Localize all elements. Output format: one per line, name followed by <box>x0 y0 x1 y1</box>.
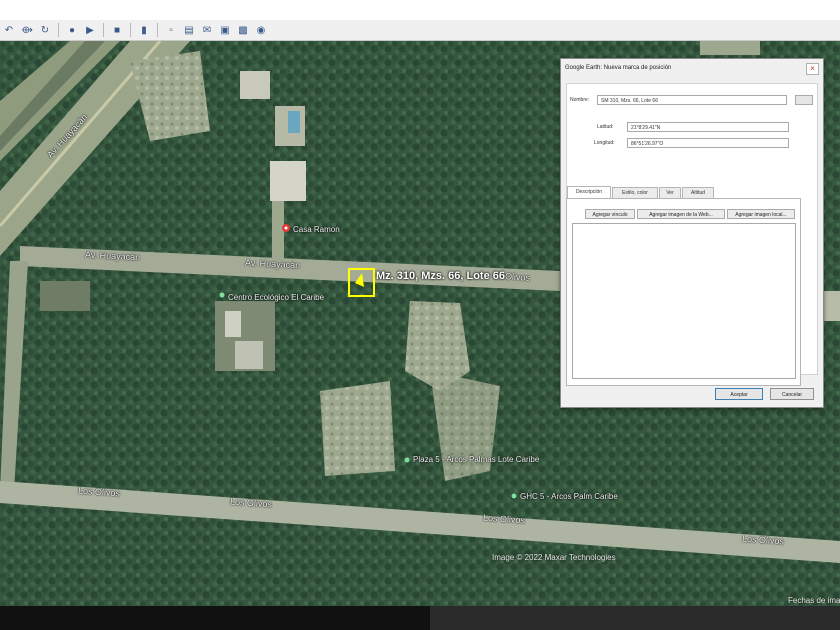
imagery-copyright: Image © 2022 Maxar Technologies <box>492 553 616 562</box>
toolbar-separator <box>58 23 59 37</box>
save-image-icon[interactable]: ▩ <box>236 23 250 37</box>
longitude-label: Longitud: <box>594 140 615 146</box>
polygon-icon[interactable]: ⟴ <box>20 23 34 37</box>
toolbar-separator <box>130 23 131 37</box>
tour-icon[interactable]: ▶ <box>83 23 97 37</box>
add-local-image-button[interactable]: Agregar imagen local... <box>727 209 795 219</box>
tab-altitud[interactable]: Altitud <box>682 187 714 198</box>
road-label: Olivos <box>504 271 531 283</box>
planets-icon[interactable]: ▫ <box>164 23 178 37</box>
sun-icon[interactable]: ▮ <box>137 23 151 37</box>
accept-button[interactable]: Aceptar <box>715 388 763 400</box>
poi-label-centro[interactable]: Centro Ecológico El Caribe <box>228 293 324 302</box>
window-top-strip <box>0 0 840 20</box>
tab-estilo-color[interactable]: Estilo, color <box>612 187 658 198</box>
overlay-icon[interactable]: ● <box>65 23 79 37</box>
description-textarea[interactable] <box>572 223 796 379</box>
tab-ver[interactable]: Ver <box>659 187 681 198</box>
cancel-button[interactable]: Cancelar <box>770 388 814 400</box>
imagery-date: Fechas de imag <box>788 596 840 605</box>
pointer-icon[interactable]: ↶ <box>2 23 16 37</box>
tab-descripcion[interactable]: Descripción <box>567 186 611 198</box>
poi-label-market[interactable]: GHC 5 - Arcos Palm Caribe <box>520 492 618 501</box>
history-icon[interactable]: ■ <box>110 23 124 37</box>
latitude-field[interactable]: 21°8'29.41"N <box>627 122 789 132</box>
latitude-label: Latitud: <box>597 124 614 130</box>
close-icon[interactable]: × <box>806 63 819 75</box>
name-field[interactable]: SM 310, Mzs. 66, Lote 66 <box>597 95 787 105</box>
status-bar-segment <box>430 606 840 630</box>
toolbar: ↶ ⟴ ↻ ● ▶ ■ ▮ ▫ ▤ ✉ ▣ ▩ ◉ <box>0 20 840 41</box>
maps-icon[interactable]: ◉ <box>254 23 268 37</box>
description-panel: Agregar vínculo Agregar imagen de la Web… <box>566 198 801 386</box>
placemark-icon-button[interactable] <box>795 95 813 105</box>
ruler-icon[interactable]: ▤ <box>182 23 196 37</box>
new-placemark-dialog: Google Earth: Nueva marca de posición × … <box>560 58 824 408</box>
placemark-label[interactable]: Mz. 310, Mzs. 66, Lote 66 <box>376 270 505 282</box>
poi-label-casa-ramon[interactable]: Casa Ramon <box>293 225 340 234</box>
add-link-button[interactable]: Agregar vínculo <box>585 209 635 219</box>
add-web-image-button[interactable]: Agregar imagen de la Web... <box>637 209 725 219</box>
email-icon[interactable]: ✉ <box>200 23 214 37</box>
longitude-field[interactable]: 86°51'26.97"O <box>627 138 789 148</box>
print-icon[interactable]: ▣ <box>218 23 232 37</box>
name-label: Nombre: <box>570 97 590 103</box>
toolbar-separator <box>103 23 104 37</box>
toolbar-separator <box>157 23 158 37</box>
path-icon[interactable]: ↻ <box>38 23 52 37</box>
dialog-title: Google Earth: Nueva marca de posición <box>565 65 672 71</box>
status-bar <box>0 606 840 630</box>
poi-label-plaza[interactable]: Plaza 5 - Arcos Palmas Lote Caribe <box>413 455 539 464</box>
